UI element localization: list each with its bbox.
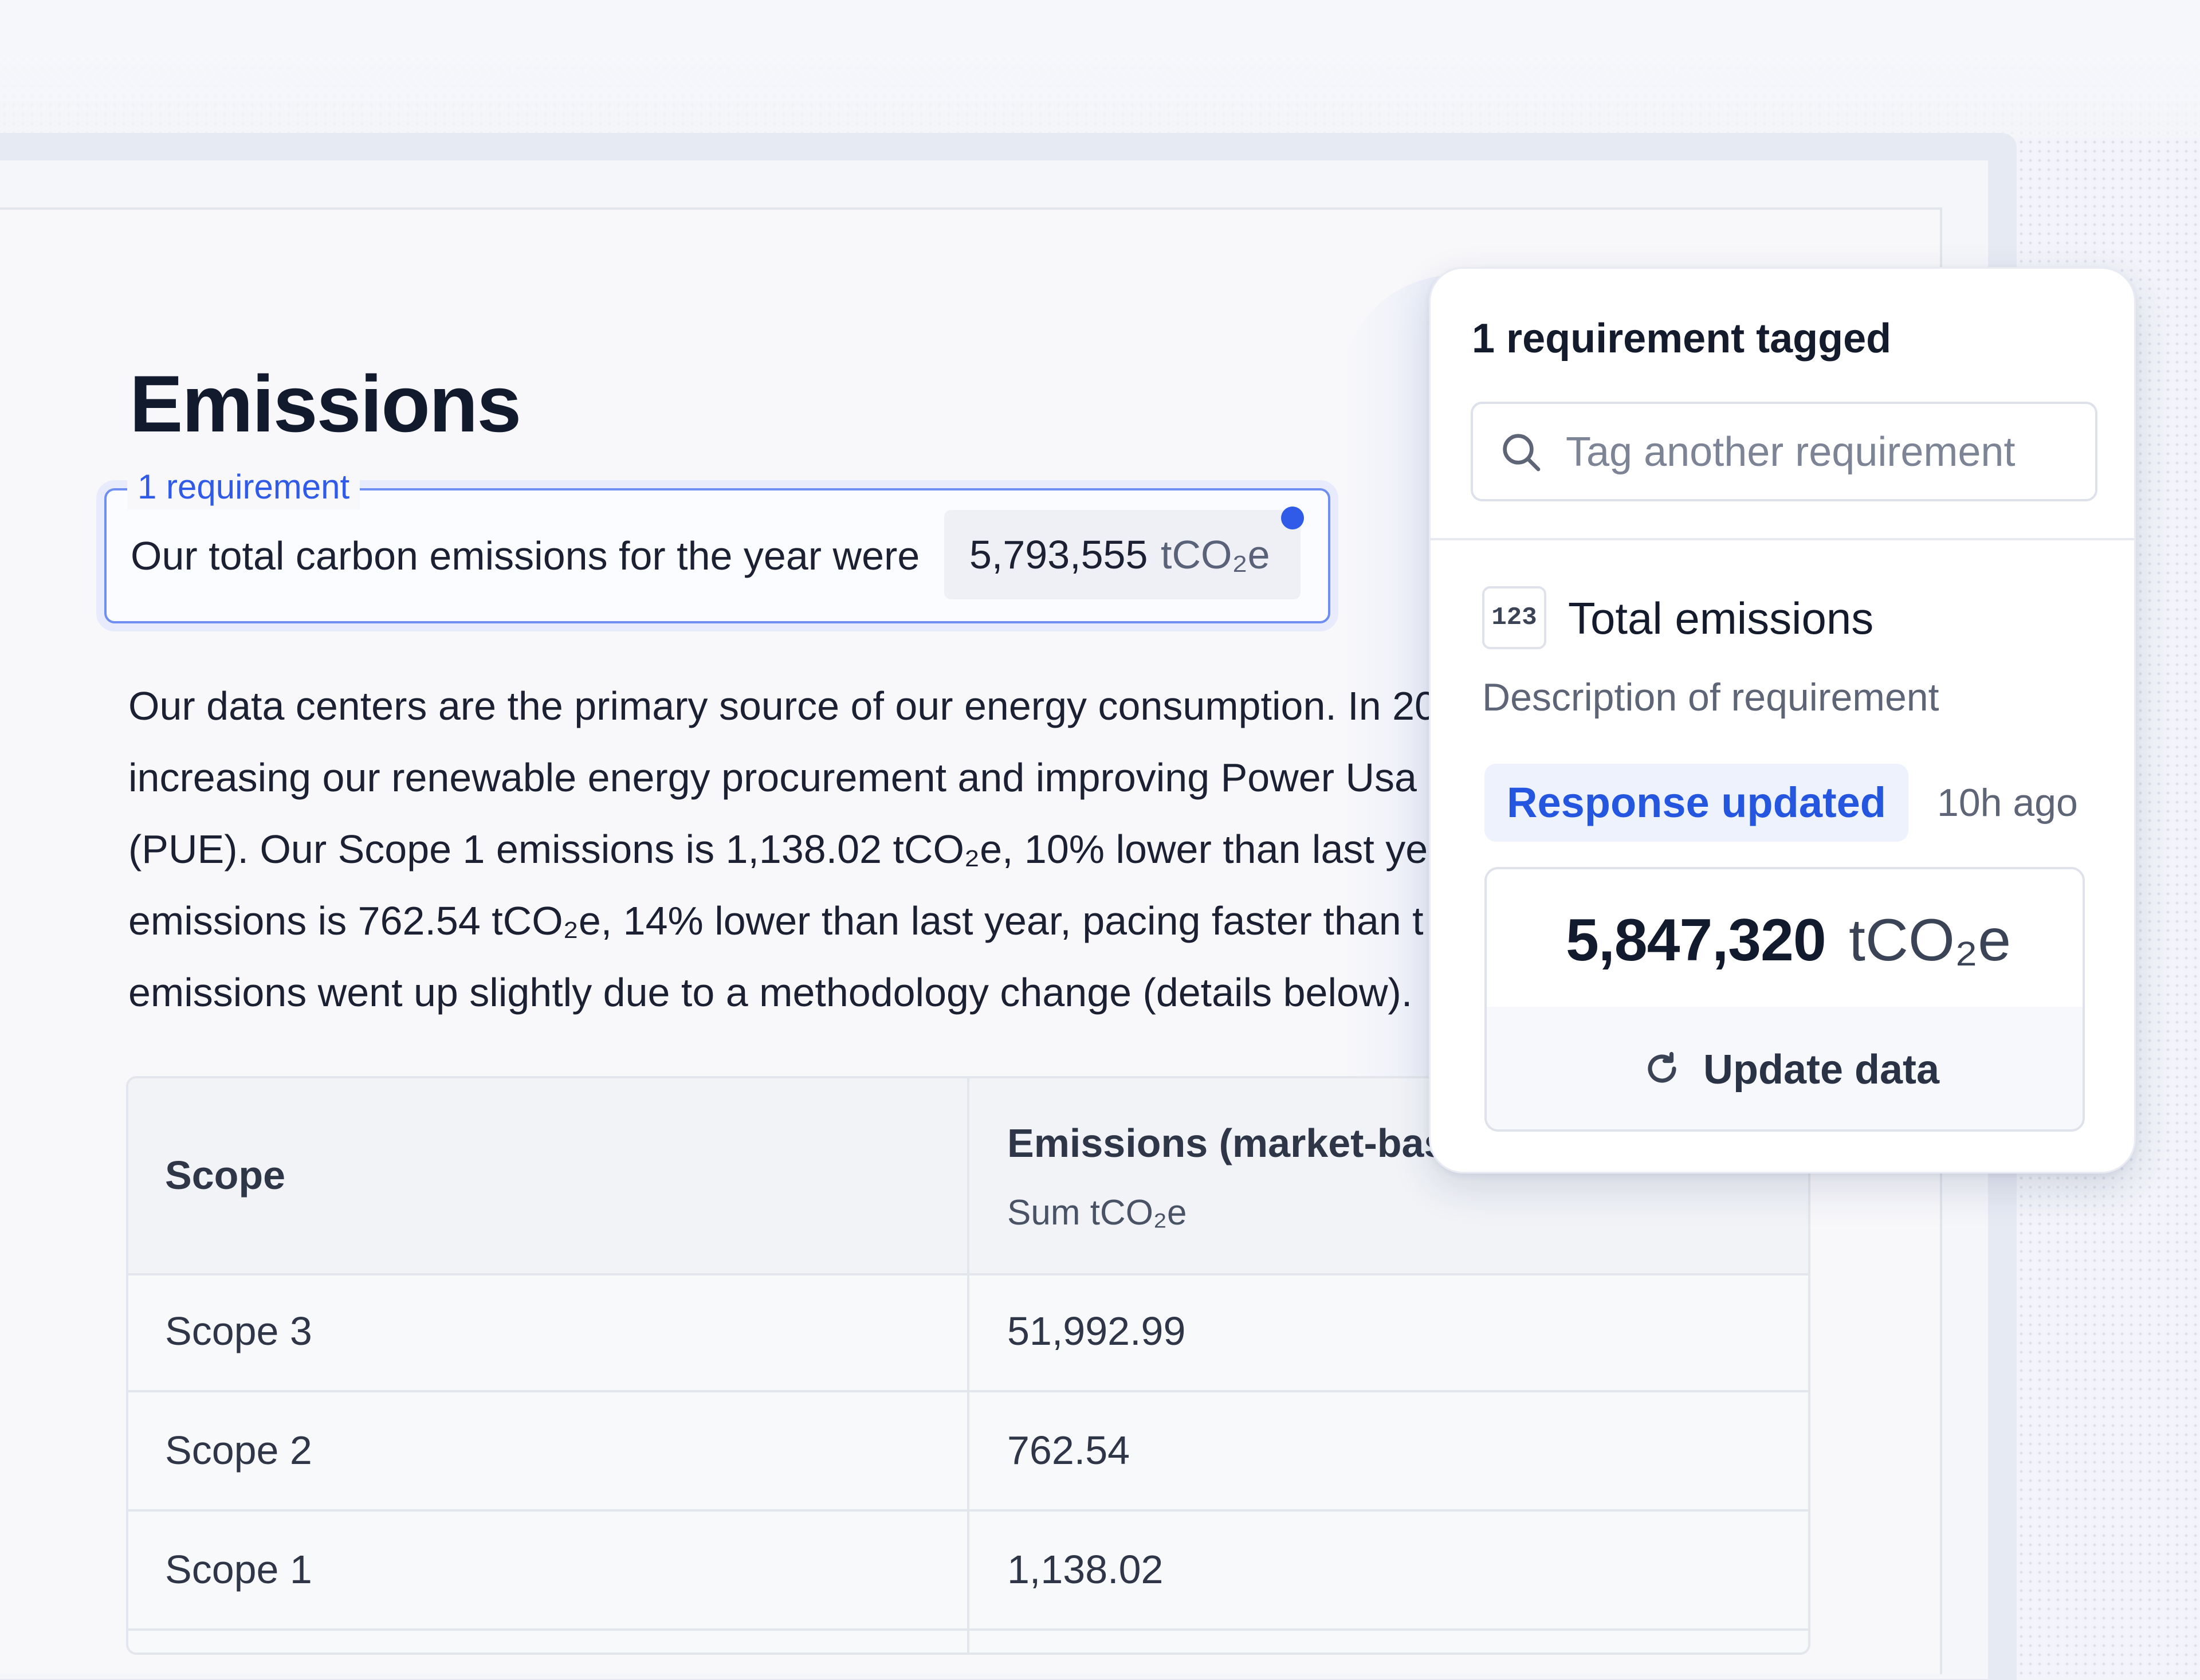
- requirement-count-label: 1 requirement: [127, 464, 360, 510]
- page-title: Emissions: [129, 359, 521, 449]
- column-header-scope: Scope: [165, 1153, 286, 1198]
- tagged-requirement-block[interactable]: 1 requirement Our total carbon emissions…: [104, 464, 1330, 623]
- cell-scope: Scope 1: [165, 1547, 312, 1592]
- refresh-icon: [1648, 1051, 1676, 1083]
- tag-search-field[interactable]: [1471, 402, 2097, 501]
- body-paragraph: Our data centers are the primary source …: [128, 670, 1451, 1029]
- popover-divider: [1431, 538, 2134, 540]
- emissions-value: 5,793,555: [969, 532, 1148, 577]
- paragraph-line: Our data centers are the primary source …: [128, 684, 1437, 728]
- status-badge: Response updated: [1484, 764, 1908, 842]
- cell-value: 762.54: [1007, 1428, 1130, 1473]
- search-input[interactable]: [1566, 425, 2081, 480]
- response-value-card: 5,847,320 tCO₂e Update data: [1484, 867, 2085, 1132]
- requirement-name: Total emissions: [1568, 593, 1874, 643]
- requirement-indicator-dot: [1281, 507, 1304, 529]
- emissions-value-chip[interactable]: 5,793,555 tCO₂e: [944, 510, 1301, 599]
- paragraph-line: emissions went up slightly due to a meth…: [128, 970, 1413, 1015]
- paragraph-line: emissions is 762.54 tCO₂e, 14% lower tha…: [128, 898, 1424, 943]
- number-type-icon: 123: [1482, 586, 1546, 649]
- search-icon: [1503, 434, 1541, 472]
- emissions-unit: tCO₂e: [1161, 532, 1270, 577]
- background-fade: [0, 0, 2200, 138]
- update-data-label: Update data: [1703, 1047, 1940, 1093]
- paragraph-line: increasing our renewable energy procurem…: [128, 755, 1417, 800]
- update-data-button[interactable]: Update data: [1487, 1007, 2083, 1129]
- column-subheader-sum: Sum tCO₂e: [1007, 1193, 1187, 1232]
- cell-value: 1,138.02: [1007, 1547, 1164, 1592]
- column-divider: [967, 1078, 969, 1652]
- paragraph-line: (PUE). Our Scope 1 emissions is 1,138.02…: [128, 827, 1451, 872]
- response-value: 5,847,320: [1566, 907, 1826, 974]
- status-timestamp: 10h ago: [1937, 781, 2078, 825]
- requirement-sentence: Our total carbon emissions for the year …: [131, 533, 920, 578]
- popover-heading: 1 requirement tagged: [1472, 316, 1892, 362]
- column-header-emissions: Emissions (market-basc: [1007, 1121, 1469, 1165]
- requirement-description: Description of requirement: [1482, 676, 1939, 719]
- cell-scope: Scope 3: [165, 1309, 312, 1353]
- cell-value: 51,992.99: [1007, 1309, 1186, 1353]
- cell-scope: Scope 2: [165, 1428, 312, 1473]
- response-unit: tCO₂e: [1849, 907, 2012, 974]
- requirement-popover: 1 requirement tagged 123 Total emissions…: [1429, 267, 2136, 1173]
- response-value-display: 5,847,320 tCO₂e: [1487, 869, 2083, 1009]
